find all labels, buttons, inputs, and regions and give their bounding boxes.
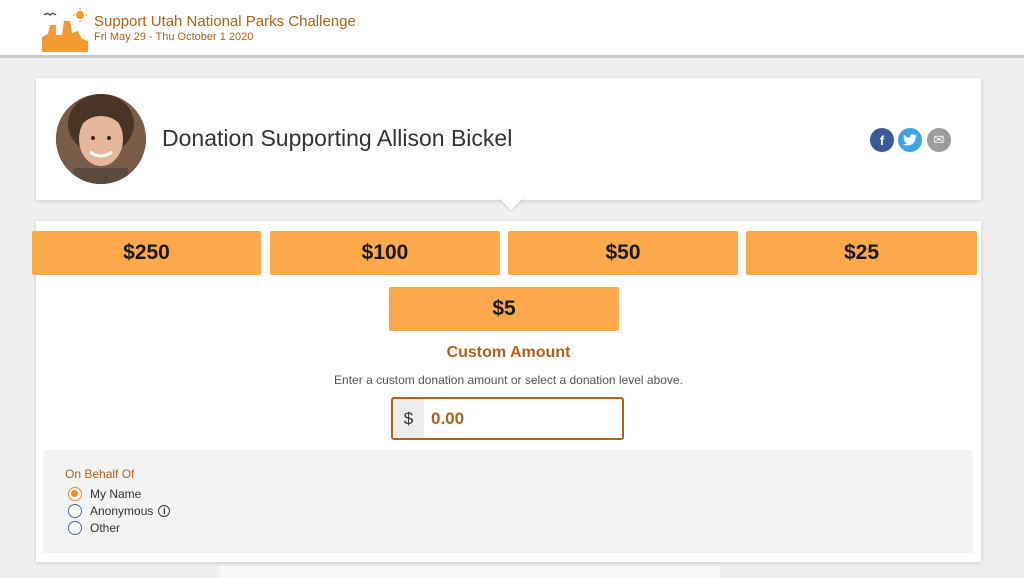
top-header: Support Utah National Parks Challenge Fr… bbox=[0, 0, 1024, 58]
radio-my-name[interactable]: My Name bbox=[68, 487, 141, 501]
profile-card: Donation Supporting Allison Bickel f ✉ bbox=[36, 78, 981, 200]
amount-25-button[interactable]: $25 bbox=[746, 231, 977, 275]
custom-amount-title: Custom Amount bbox=[446, 344, 571, 361]
logo-icon bbox=[42, 8, 88, 52]
radio-label-my-name: My Name bbox=[90, 487, 142, 501]
radio-anonymous[interactable]: Anonymous i bbox=[68, 504, 171, 518]
radio-other[interactable]: Other bbox=[68, 521, 120, 535]
campaign-title: Support Utah National Parks Challenge bbox=[94, 13, 356, 30]
info-icon[interactable]: i bbox=[158, 505, 171, 517]
avatar bbox=[56, 94, 146, 184]
on-behalf-section: On Behalf Of My Name Anonymous i Other bbox=[43, 450, 973, 553]
amount-50-button[interactable]: $50 bbox=[508, 231, 738, 275]
facebook-share-icon[interactable]: f bbox=[870, 128, 894, 152]
radio-button[interactable] bbox=[68, 504, 82, 518]
email-share-icon[interactable]: ✉ bbox=[927, 128, 951, 152]
card-pointer bbox=[497, 196, 525, 210]
amount-5-button[interactable]: $5 bbox=[389, 287, 619, 331]
footer-edge bbox=[220, 566, 720, 578]
radio-button-checked[interactable] bbox=[68, 487, 82, 501]
currency-symbol: $ bbox=[393, 399, 424, 438]
twitter-share-icon[interactable] bbox=[898, 128, 922, 152]
radio-button[interactable] bbox=[68, 521, 82, 535]
page-title: Donation Supporting Allison Bickel bbox=[162, 125, 513, 151]
amount-250-button[interactable]: $250 bbox=[32, 231, 261, 275]
campaign-dates: Fri May 29 - Thu October 1 2020 bbox=[94, 31, 254, 43]
amount-100-button[interactable]: $100 bbox=[270, 231, 500, 275]
custom-amount-field: $ bbox=[391, 397, 624, 440]
radio-label-other: Other bbox=[90, 521, 121, 535]
radio-label-anonymous: Anonymous bbox=[90, 504, 154, 518]
custom-amount-input[interactable] bbox=[424, 399, 622, 438]
on-behalf-label: On Behalf Of bbox=[65, 467, 135, 481]
custom-amount-hint: Enter a custom donation amount or select… bbox=[334, 373, 683, 387]
